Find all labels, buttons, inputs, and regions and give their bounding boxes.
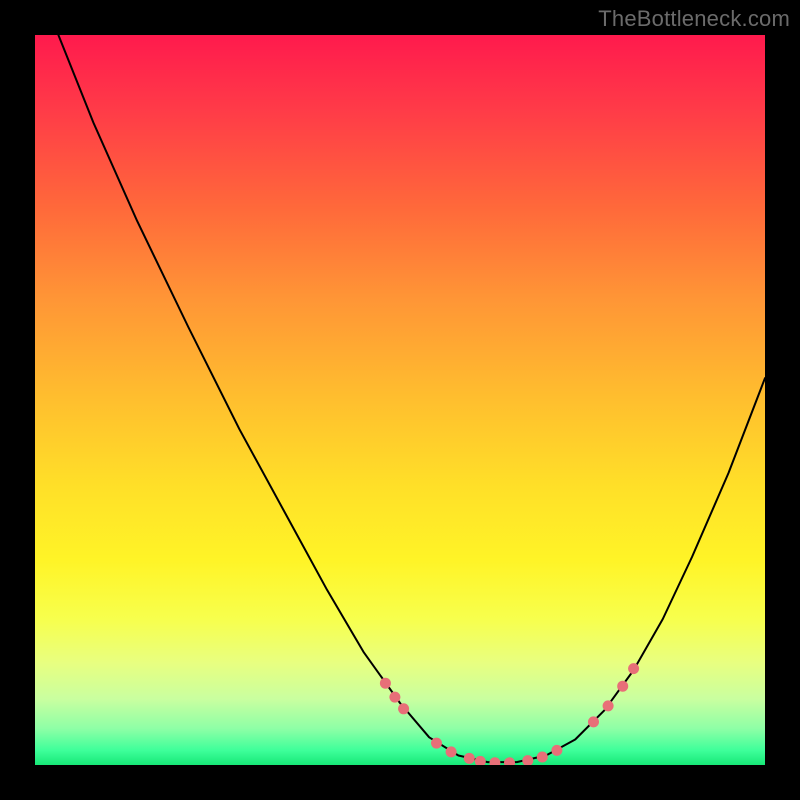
marker-dot [588, 716, 599, 727]
marker-dot [489, 757, 500, 765]
chart-svg [35, 35, 765, 765]
marker-dot [522, 755, 533, 765]
marker-dot [537, 752, 548, 763]
chart-plot-area [35, 35, 765, 765]
marker-dot [504, 757, 515, 765]
marker-dot [551, 745, 562, 756]
marker-dot [431, 738, 442, 749]
curve-bottleneck-curve [58, 35, 765, 762]
marker-dot [603, 700, 614, 711]
marker-dot [617, 681, 628, 692]
marker-dot [398, 703, 409, 714]
chart-frame: TheBottleneck.com [0, 0, 800, 800]
marker-dot [464, 753, 475, 764]
marker-dot [446, 746, 457, 757]
watermark-text: TheBottleneck.com [598, 6, 790, 32]
marker-dot [628, 663, 639, 674]
marker-dot [475, 756, 486, 765]
marker-dot [380, 678, 391, 689]
marker-dot [389, 692, 400, 703]
